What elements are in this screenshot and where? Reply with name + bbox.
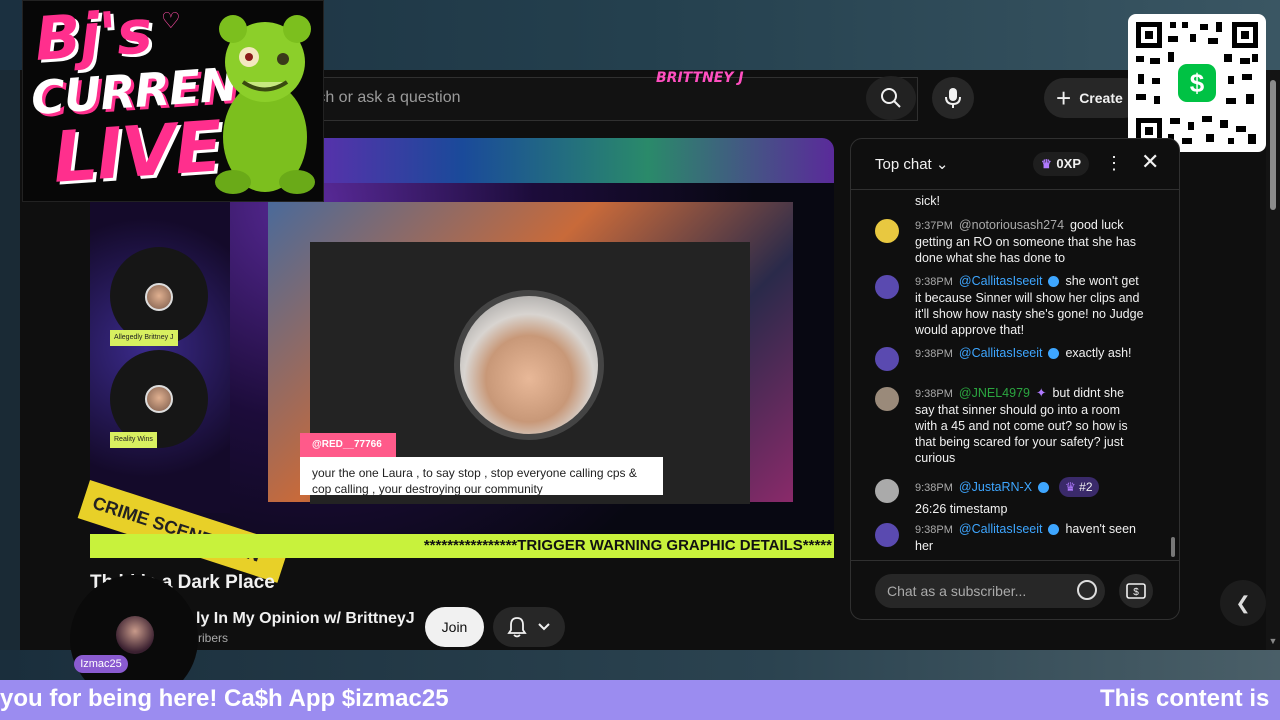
top-chat-dropdown[interactable]: Top chat ⌄	[875, 155, 948, 173]
moderator-shield-icon	[1048, 348, 1060, 360]
chat-avatar[interactable]	[875, 387, 899, 411]
join-button[interactable]: Join	[425, 607, 484, 647]
chat-message: 9:38PM @CallitasIseeit haven't seen her	[875, 521, 1145, 554]
chat-author[interactable]: @JustaRN-X	[959, 480, 1032, 494]
chat-timestamp: 9:38PM	[915, 388, 953, 400]
guest-tag-1: Allegedly Brittney J	[110, 330, 178, 346]
rank-label: #2	[1079, 480, 1093, 494]
bell-icon	[507, 617, 527, 638]
trigger-warning-banner: ****************TRIGGER WARNING GRAPHIC …	[90, 534, 834, 558]
chat-author[interactable]: @JNEL4979	[959, 386, 1030, 400]
chat-message: 9:38PM @JustaRN-X ♛ #2 26:26 timestamp	[875, 477, 1145, 517]
guest-avatar-2	[145, 385, 173, 413]
search-placeholder: rch or ask a question	[312, 89, 461, 106]
chat-timestamp: 9:38PM	[915, 276, 953, 288]
heart-icon: ♡	[161, 9, 181, 34]
guest-tag-2: Reality Wins	[110, 432, 157, 448]
chat-author[interactable]: @CallitasIseeit	[959, 346, 1043, 360]
notification-bell-button[interactable]	[493, 607, 565, 647]
crown-icon: ♛	[1041, 157, 1052, 171]
video-left-artwork	[90, 183, 230, 513]
scroll-down-icon[interactable]: ▼	[1268, 636, 1278, 646]
moderator-shield-icon	[1038, 482, 1050, 494]
top-chat-label: Top chat	[875, 156, 932, 173]
chat-avatar[interactable]	[875, 347, 899, 371]
chat-message: 9:38PM @CallitasIseeit she won't get it be…	[875, 273, 1145, 338]
dollar-icon: $	[1126, 583, 1146, 599]
search-icon	[881, 88, 901, 108]
chat-message-text: sick!	[915, 194, 940, 208]
chevron-left-icon[interactable]: ❮	[1220, 580, 1266, 626]
comment-username: @RED__77766	[300, 433, 396, 457]
chat-timestamp: 9:37PM	[915, 220, 953, 232]
ticker-text-right: This content is	[1100, 685, 1270, 712]
chat-avatar[interactable]	[875, 275, 899, 299]
rank-badge: ♛ #2	[1059, 477, 1099, 497]
chat-author[interactable]: @CallitasIseeit	[959, 274, 1043, 288]
microphone-icon	[945, 88, 961, 108]
chat-author[interactable]: @CallitasIseeit	[959, 522, 1043, 536]
create-label: Create	[1079, 90, 1123, 106]
guest-avatar-1	[145, 283, 173, 311]
super-chat-button[interactable]: $	[1119, 574, 1153, 608]
chat-message: 9:38PM @CallitasIseeit exactly ash!	[875, 345, 1145, 371]
close-icon[interactable]: ✕	[1141, 149, 1159, 175]
viewer-name-tag: Izmac25	[74, 655, 128, 673]
crown-icon: ♛	[1065, 480, 1080, 494]
moderator-shield-icon	[1048, 276, 1060, 288]
chat-message-text: exactly ash!	[1065, 346, 1132, 360]
streamer-name-label: BRITTNEY J	[656, 70, 744, 86]
channel-name[interactable]: ly In My Opinion w/ BrittneyJ	[196, 610, 415, 628]
page-scrollbar-thumb[interactable]	[1270, 80, 1276, 210]
chat-message: 9:37PM @notoriousash274 good luck getting …	[875, 217, 1145, 266]
search-button[interactable]	[866, 76, 916, 120]
chat-input-bar: Chat as a subscriber... $	[851, 560, 1179, 619]
chevron-down-icon	[538, 623, 550, 631]
xp-badge[interactable]: ♛ 0XP	[1033, 152, 1089, 176]
streamer-webcam	[454, 290, 604, 440]
chat-message-partial: sick!	[875, 193, 1145, 209]
chat-message-text: 26:26 timestamp	[915, 502, 1008, 516]
chat-header: Top chat ⌄ ♛ 0XP ⋮ ✕	[851, 139, 1179, 190]
chat-avatar[interactable]	[875, 523, 899, 547]
scrolling-ticker: you for being here! Ca$h App $izmac25 Th…	[0, 680, 1280, 720]
gummy-bear-mascot-icon	[215, 15, 315, 194]
chat-timestamp: 9:38PM	[915, 348, 953, 360]
chat-messages: sick! 9:37PM @notoriousash274 good luck ge…	[851, 189, 1173, 559]
chat-avatar[interactable]	[875, 219, 899, 243]
member-badge-icon: ✦	[1036, 386, 1047, 400]
moderator-shield-icon	[1048, 524, 1060, 536]
viewer-avatar	[116, 616, 154, 654]
chat-timestamp: 9:38PM	[915, 482, 953, 494]
background-frame-left	[0, 70, 20, 650]
live-chat-panel: Top chat ⌄ ♛ 0XP ⋮ ✕ sick! 9:37PM @notori…	[850, 138, 1180, 620]
chat-message: 9:38PM @JNEL4979 ✦ but didnt she say that s…	[875, 385, 1145, 466]
cash-app-dollar-icon: $	[1178, 64, 1216, 102]
chat-timestamp: 9:38PM	[915, 524, 953, 536]
chat-avatar[interactable]	[875, 479, 899, 503]
xp-label: 0XP	[1056, 156, 1081, 171]
featured-comment: your the one Laura , to say stop , stop …	[300, 457, 663, 495]
emoji-icon[interactable]	[1077, 580, 1097, 600]
more-options-icon[interactable]: ⋮	[1105, 151, 1123, 175]
chat-scrollbar[interactable]	[1171, 537, 1175, 557]
chat-author[interactable]: @notoriousash274	[959, 218, 1064, 232]
chat-placeholder: Chat as a subscriber...	[887, 583, 1027, 599]
logo-line-3: LIVE	[50, 105, 225, 199]
chevron-down-icon: ⌄	[935, 156, 949, 173]
stream-logo: Bj's ♡ CURRENT LIVE	[22, 0, 324, 202]
voice-search-button[interactable]	[932, 77, 974, 119]
plus-icon: +	[1056, 83, 1072, 113]
ticker-text-left: you for being here! Ca$h App $izmac25	[0, 685, 449, 712]
svg-text:$: $	[1133, 587, 1139, 598]
